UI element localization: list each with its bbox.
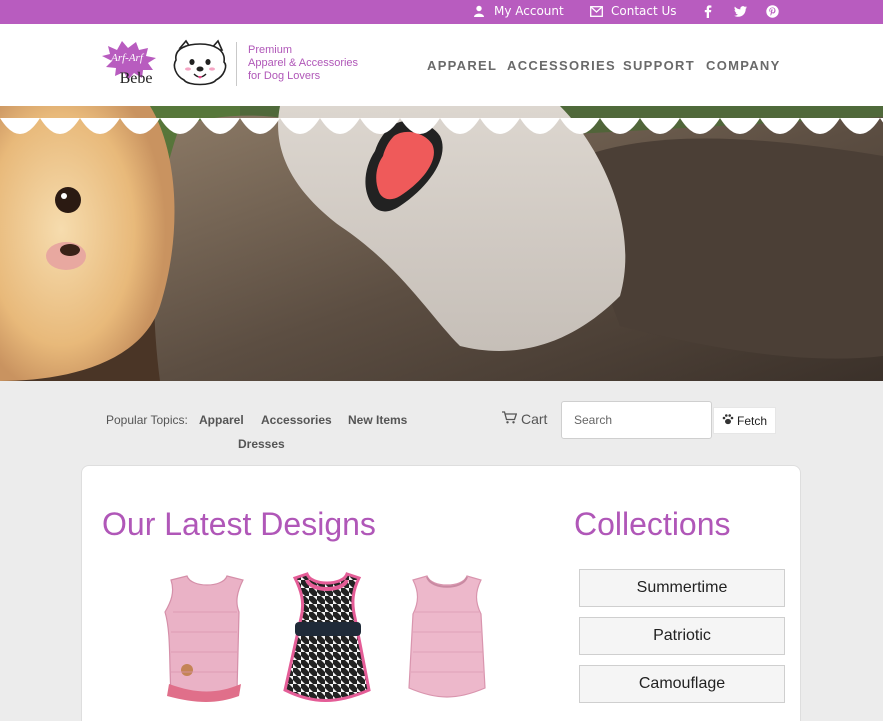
- product-pink-knit-tank-image[interactable]: [397, 572, 497, 707]
- collection-summertime-button[interactable]: Summertime: [579, 569, 785, 607]
- facebook-icon[interactable]: [701, 4, 715, 18]
- tagline-line: Premium: [248, 44, 293, 56]
- tagline-line: Apparel & Accessories: [248, 57, 359, 69]
- logo-divider: [236, 42, 237, 86]
- contact-us-link[interactable]: Contact Us: [589, 4, 677, 18]
- cart-icon: [502, 411, 518, 427]
- site-header: Arf-Arf Bebe Premium Apparel & Accessori…: [0, 24, 883, 134]
- topic-apparel-link[interactable]: Apparel: [199, 413, 244, 427]
- fetch-label: Fetch: [736, 413, 767, 428]
- hero-banner-image: [0, 106, 883, 381]
- nav-support[interactable]: SUPPORT: [623, 58, 695, 73]
- topic-new-items-link[interactable]: New Items: [348, 413, 407, 427]
- top-bar: My Account Contact Us: [0, 0, 883, 24]
- paw-icon: [722, 413, 734, 428]
- latest-designs-heading: Our Latest Designs: [102, 506, 376, 542]
- logo-line1: Arf-Arf: [110, 52, 145, 64]
- popular-topics-label: Popular Topics:: [106, 413, 188, 427]
- my-account-link[interactable]: My Account: [472, 4, 564, 18]
- topic-accessories-link[interactable]: Accessories: [261, 413, 332, 427]
- contact-us-label: Contact Us: [611, 4, 677, 18]
- collection-patriotic-button[interactable]: Patriotic: [579, 617, 785, 655]
- brand-tagline: Premium Apparel & Accessories for Dog Lo…: [248, 44, 358, 83]
- envelope-icon: [589, 4, 603, 18]
- logo-line2: Bebe: [120, 70, 153, 87]
- pinterest-icon[interactable]: [765, 4, 779, 18]
- product-houndstooth-dress-image[interactable]: [277, 572, 377, 707]
- collection-camouflage-button[interactable]: Camouflage: [579, 665, 785, 703]
- search-input[interactable]: [561, 401, 712, 439]
- my-account-label: My Account: [494, 4, 564, 18]
- topic-dresses-link[interactable]: Dresses: [238, 437, 285, 451]
- nav-apparel[interactable]: APPAREL: [427, 58, 497, 73]
- user-icon: [472, 4, 486, 18]
- nav-accessories[interactable]: ACCESSORIES: [507, 58, 616, 73]
- twitter-icon[interactable]: [733, 4, 747, 18]
- cart-link[interactable]: Cart: [502, 411, 547, 427]
- collections-heading: Collections: [574, 506, 731, 542]
- product-pink-tank-image[interactable]: [157, 572, 257, 707]
- brand-logo[interactable]: Arf-Arf Bebe: [100, 38, 235, 102]
- cart-label: Cart: [521, 411, 548, 427]
- fetch-button[interactable]: Fetch: [713, 407, 776, 434]
- scallop-border: [0, 118, 883, 134]
- tagline-line: for Dog Lovers: [248, 70, 321, 82]
- nav-company[interactable]: COMPANY: [706, 58, 781, 73]
